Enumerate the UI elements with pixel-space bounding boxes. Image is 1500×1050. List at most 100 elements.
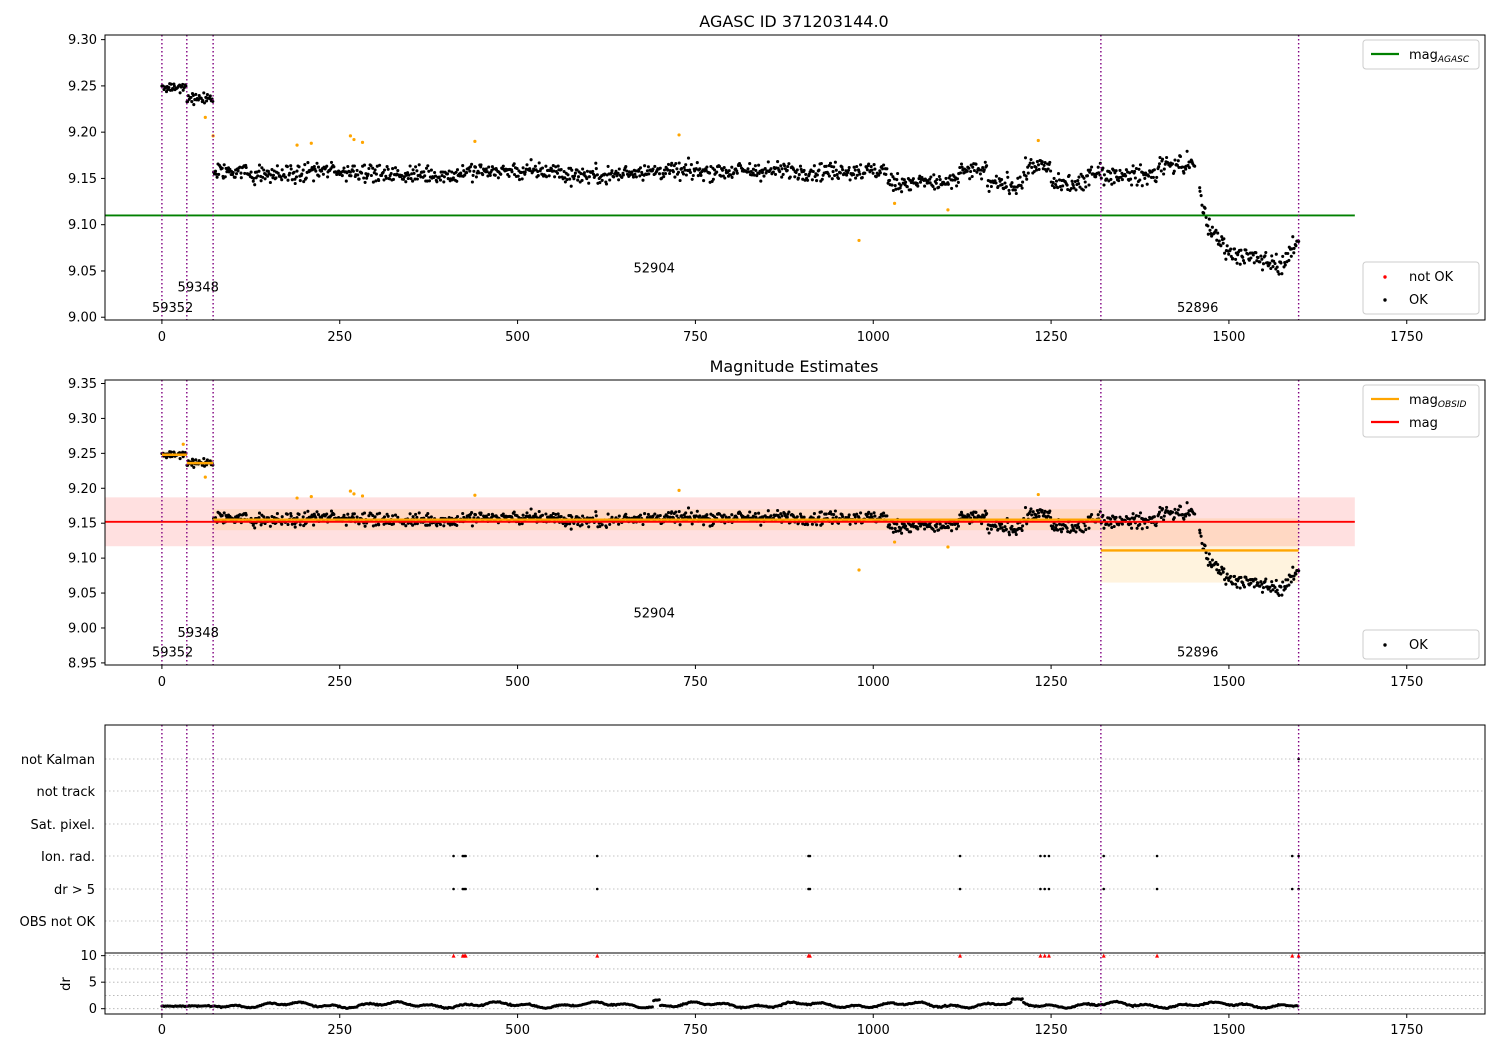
ok-point bbox=[938, 178, 942, 182]
ok-point bbox=[1024, 174, 1028, 178]
ok-point bbox=[1154, 524, 1158, 528]
ok-point bbox=[1112, 524, 1116, 529]
outlier-point bbox=[857, 568, 861, 572]
ok-point bbox=[730, 165, 734, 169]
ok-point bbox=[367, 166, 371, 171]
x-tick-label: 1750 bbox=[1390, 1023, 1423, 1038]
ok-point bbox=[671, 170, 675, 174]
outlier-point bbox=[352, 137, 356, 142]
ok-point bbox=[422, 170, 426, 174]
ok-point bbox=[965, 169, 969, 173]
ok-point bbox=[1102, 173, 1106, 177]
ok-point bbox=[473, 165, 478, 169]
ok-point bbox=[378, 163, 382, 167]
ok-point bbox=[890, 183, 894, 187]
ok-point bbox=[465, 171, 469, 175]
ok-point bbox=[690, 177, 694, 181]
ok-point bbox=[935, 177, 939, 182]
ok-point bbox=[678, 523, 682, 527]
ok-point bbox=[932, 173, 936, 177]
ok-point bbox=[362, 511, 367, 515]
ok-point bbox=[357, 177, 361, 181]
ok-point bbox=[888, 178, 892, 182]
y-tick-label: 9.10 bbox=[68, 552, 97, 567]
ok-point bbox=[935, 522, 939, 526]
ok-point bbox=[905, 185, 909, 189]
ok-point bbox=[933, 529, 937, 533]
ok-point bbox=[1007, 192, 1012, 196]
ok-point bbox=[715, 170, 719, 174]
ok-point bbox=[559, 514, 563, 519]
ok-point bbox=[1067, 173, 1071, 177]
ok-point bbox=[1172, 169, 1176, 173]
ok-point bbox=[569, 184, 573, 188]
ok-point bbox=[863, 171, 867, 175]
ok-point bbox=[537, 161, 541, 165]
ok-point bbox=[798, 164, 803, 168]
ok-point bbox=[1162, 514, 1166, 518]
ok-point bbox=[411, 515, 415, 519]
ok-point bbox=[971, 165, 975, 169]
ok-point bbox=[417, 163, 421, 167]
ok-point bbox=[442, 175, 446, 179]
ok-point bbox=[407, 173, 411, 177]
ok-point bbox=[373, 168, 377, 172]
ok-point bbox=[859, 163, 863, 167]
ok-point bbox=[705, 513, 709, 517]
ok-point bbox=[841, 168, 845, 172]
ok-point bbox=[565, 522, 569, 526]
ok-point bbox=[873, 167, 877, 171]
ok-point bbox=[727, 515, 731, 519]
ok-point bbox=[301, 168, 305, 172]
ok-point bbox=[312, 164, 316, 169]
ok-point bbox=[606, 164, 610, 168]
x-tick-label: 500 bbox=[505, 1023, 530, 1038]
ok-point bbox=[946, 182, 950, 186]
ok-point bbox=[297, 512, 301, 516]
ok-point bbox=[215, 175, 219, 179]
ok-point bbox=[455, 515, 460, 519]
ok-point bbox=[276, 171, 280, 175]
ok-point bbox=[317, 174, 321, 178]
ok-point bbox=[1221, 570, 1225, 574]
flag-point bbox=[808, 887, 812, 891]
ok-point bbox=[300, 172, 304, 176]
ok-point bbox=[950, 186, 954, 190]
ok-point bbox=[468, 169, 472, 173]
ok-point bbox=[1263, 254, 1267, 258]
ok-point bbox=[429, 515, 433, 519]
ok-point bbox=[1280, 593, 1284, 597]
ok-point bbox=[565, 178, 569, 182]
ok-point bbox=[1082, 176, 1086, 180]
flag-point bbox=[958, 854, 962, 858]
ok-point bbox=[581, 167, 585, 171]
ok-point bbox=[1225, 244, 1229, 248]
ok-point bbox=[257, 163, 262, 167]
ok-point bbox=[634, 175, 638, 179]
ok-point bbox=[1109, 517, 1113, 521]
ok-point bbox=[690, 522, 694, 526]
ok-point bbox=[1102, 526, 1106, 530]
ok-point bbox=[638, 513, 643, 517]
ok-point bbox=[684, 163, 688, 167]
x-tick-label: 1500 bbox=[1212, 1023, 1245, 1038]
y-tick-label: 9.30 bbox=[68, 412, 97, 427]
ok-point bbox=[815, 173, 819, 177]
ok-point bbox=[470, 180, 474, 184]
ok-point bbox=[1000, 522, 1004, 526]
ok-point bbox=[712, 168, 717, 172]
ok-point bbox=[289, 514, 293, 518]
ok-point bbox=[773, 172, 778, 176]
ok-point bbox=[352, 512, 356, 516]
ok-point bbox=[959, 162, 964, 166]
ok-point bbox=[651, 167, 655, 171]
ok-point bbox=[600, 178, 604, 182]
x-tick-label: 750 bbox=[683, 330, 708, 345]
ok-point bbox=[668, 168, 672, 173]
ok-point bbox=[1216, 231, 1220, 235]
ok-point bbox=[594, 161, 598, 165]
ok-point bbox=[1102, 183, 1106, 187]
x-tick-label: 1000 bbox=[857, 1023, 890, 1038]
outlier-point bbox=[360, 494, 365, 498]
ok-point bbox=[989, 184, 993, 189]
